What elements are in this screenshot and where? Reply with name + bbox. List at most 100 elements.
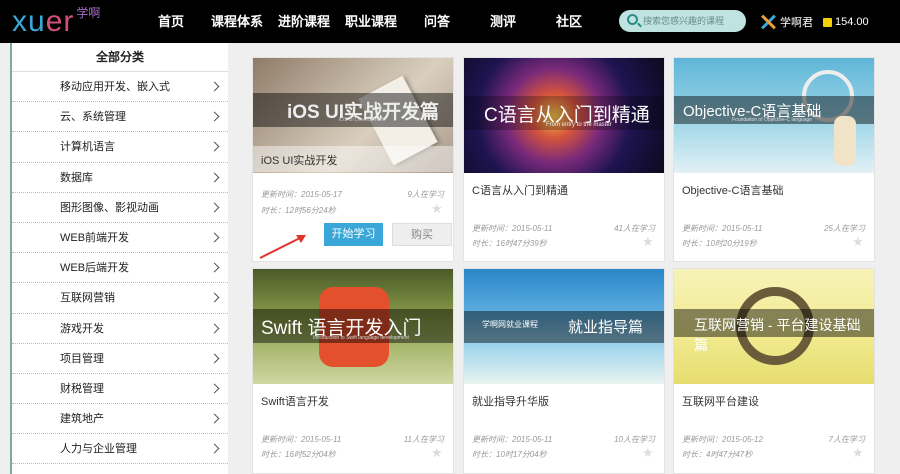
sidebar-item-cloud-systems[interactable]: 云、系统管理 <box>12 102 228 133</box>
x-logo-icon <box>760 14 776 30</box>
sidebar-item-label: 计算机语言 <box>60 141 115 154</box>
chevron-right-icon <box>209 413 220 424</box>
nav-career-courses[interactable]: 职业课程 <box>345 0 397 43</box>
sidebar-item-label: 人力与企业管理 <box>60 443 137 456</box>
nav-advanced-courses[interactable]: 进阶课程 <box>278 0 330 43</box>
chevron-right-icon <box>209 323 220 333</box>
chevron-right-icon <box>209 443 220 454</box>
chevron-right-icon <box>209 172 220 183</box>
sidebar-title: 全部分类 <box>12 43 228 72</box>
coin-balance: 154.00 <box>835 16 869 28</box>
sidebar-item-real-estate[interactable]: 建筑地产 <box>12 404 228 435</box>
course-update-time: 更新时间：2015-05-11 <box>261 435 342 444</box>
sidebar-item-internet-marketing[interactable]: 互联网营销 <box>12 283 228 314</box>
course-duration: 时长：10时17分04秒 <box>472 450 547 459</box>
thumbnail-subtitle: iOS UI Development <box>339 117 385 123</box>
sidebar-item-label: 项目管理 <box>60 352 104 365</box>
course-thumbnail[interactable]: 互联网营销 - 平台建设基础篇 <box>674 269 874 384</box>
thumbnail-title: 互联网营销 - 平台建设基础篇 <box>694 317 861 353</box>
thumbnail-title-band: C语言从入门到精通 From entry to the master <box>464 96 664 130</box>
nav-assessment[interactable]: 测评 <box>490 0 516 43</box>
course-duration: 时长：10时20分19秒 <box>682 239 757 248</box>
sidebar-item-web-frontend[interactable]: WEB前端开发 <box>12 223 228 254</box>
start-learning-button[interactable]: 开始学习 <box>324 223 383 246</box>
top-nav-bar: xuer 学啊 首页 课程体系 进阶课程 职业课程 问答 测评 社区 学啊君 1… <box>0 0 900 43</box>
course-title[interactable]: 互联网平台建设 <box>682 393 759 409</box>
thumbnail-subtitle: Foundation of Objective-C language <box>732 117 813 123</box>
thumbnail-title-band: 互联网营销 - 平台建设基础篇 <box>674 309 874 353</box>
course-duration: 时长：4时47分47秒 <box>682 450 753 459</box>
sidebar-item-database[interactable]: 数据库 <box>12 163 228 193</box>
course-update-time: 更新时间：2015-05-12 <box>682 435 763 444</box>
course-card-objective-c[interactable]: Objective-C语言基础 Foundation of Objective-… <box>673 57 875 262</box>
logo-subtitle: 学啊 <box>76 6 101 20</box>
nav-home[interactable]: 首页 <box>158 0 184 43</box>
course-card-internet-platform[interactable]: 互联网营销 - 平台建设基础篇 互联网平台建设 更新时间：2015-05-12 … <box>673 268 875 474</box>
sidebar-item-label: 图形图像、影视动画 <box>60 201 159 214</box>
course-learners: 7人在学习 <box>828 435 865 444</box>
thumbnail-title-band: iOS UI实战开发篇 iOS UI Development <box>253 93 453 127</box>
site-logo[interactable]: xuer 学啊 <box>12 6 100 38</box>
chevron-right-icon <box>209 353 220 364</box>
favorite-star-icon[interactable]: ★ <box>642 446 654 459</box>
search-input[interactable] <box>643 13 741 29</box>
sidebar-item-label: 建筑地产 <box>60 413 104 426</box>
course-thumbnail[interactable]: 学啊网就业课程 就业指导篇 <box>464 269 664 384</box>
course-update-time: 更新时间：2015-05-17 <box>261 190 342 199</box>
course-title[interactable]: Swift语言开发 <box>261 393 329 409</box>
user-area: 学啊君 154.00 <box>760 12 869 32</box>
nav-community[interactable]: 社区 <box>556 0 582 43</box>
favorite-star-icon[interactable]: ★ <box>431 202 443 215</box>
chevron-right-icon <box>209 141 220 152</box>
favorite-star-icon[interactable]: ★ <box>431 446 443 459</box>
favorite-star-icon[interactable]: ★ <box>642 235 654 248</box>
sidebar-item-project-management[interactable]: 项目管理 <box>12 344 228 374</box>
sidebar-item-label: 游戏开发 <box>60 322 104 335</box>
course-learners: 10人在学习 <box>614 435 655 444</box>
sidebar-item-finance-tax[interactable]: 财税管理 <box>12 374 228 405</box>
chevron-right-icon <box>209 262 220 273</box>
search-box[interactable] <box>619 10 746 32</box>
sidebar-item-label: WEB后端开发 <box>60 262 130 275</box>
course-title[interactable]: C语言从入门到精通 <box>472 182 568 198</box>
course-duration: 时长：16时52分04秒 <box>261 450 336 459</box>
thumbnail-caption-band: iOS UI实战开发 <box>253 146 453 172</box>
chevron-right-icon <box>209 111 220 122</box>
course-update-time: 更新时间：2015-05-11 <box>472 435 553 444</box>
favorite-star-icon[interactable]: ★ <box>852 446 864 459</box>
figure-image <box>834 116 856 166</box>
course-card-career-guidance[interactable]: 学啊网就业课程 就业指导篇 就业指导升华版 更新时间：2015-05-11 10… <box>463 268 665 474</box>
course-card-swift[interactable]: Swift 语言开发入门 Introduction to Swift langu… <box>252 268 454 474</box>
course-title[interactable]: 就业指导升华版 <box>472 393 549 409</box>
course-thumbnail[interactable]: C语言从入门到精通 From entry to the master <box>464 58 664 173</box>
favorite-star-icon[interactable]: ★ <box>852 235 864 248</box>
username[interactable]: 学啊君 <box>780 14 813 30</box>
buy-button[interactable]: 购买 <box>392 223 452 246</box>
nav-course-system[interactable]: 课程体系 <box>211 0 263 43</box>
course-thumbnail[interactable]: Objective-C语言基础 Foundation of Objective-… <box>674 58 874 173</box>
thumbnail-subtitle: Introduction to Swift language developme… <box>313 335 409 341</box>
sidebar-item-label: 云、系统管理 <box>60 111 126 124</box>
search-icon[interactable] <box>627 14 638 25</box>
nav-qa[interactable]: 问答 <box>424 0 450 43</box>
sidebar-item-hr-management[interactable]: 人力与企业管理 <box>12 434 228 465</box>
thumbnail-subtitle: 学啊网就业课程 <box>482 320 538 329</box>
logo-wordmark: xuer <box>12 5 75 38</box>
sidebar-item-game-dev[interactable]: 游戏开发 <box>12 314 228 344</box>
sidebar-item-label: 财税管理 <box>60 382 104 395</box>
sidebar-item-label: WEB前端开发 <box>60 231 130 244</box>
course-learners: 41人在学习 <box>614 224 655 233</box>
course-title[interactable]: Objective-C语言基础 <box>682 182 783 198</box>
sidebar-item-programming-languages[interactable]: 计算机语言 <box>12 132 228 163</box>
sidebar-item-graphics-animation[interactable]: 图形图像、影视动画 <box>12 193 228 223</box>
course-thumbnail[interactable]: iOS UI实战开发篇 iOS UI Development iOS UI实战开… <box>253 58 453 173</box>
sidebar-item-web-backend[interactable]: WEB后端开发 <box>12 253 228 284</box>
category-sidebar: 全部分类 移动应用开发、嵌入式 云、系统管理 计算机语言 数据库 图形图像、影视… <box>10 43 228 474</box>
thumbnail-caption: iOS UI实战开发 <box>261 155 338 167</box>
course-thumbnail[interactable]: Swift 语言开发入门 Introduction to Swift langu… <box>253 269 453 384</box>
course-update-time: 更新时间：2015-05-11 <box>472 224 553 233</box>
course-learners: 25人在学习 <box>824 224 865 233</box>
course-card-c-language[interactable]: C语言从入门到精通 From entry to the master C语言从入… <box>463 57 665 262</box>
course-learners: 11人在学习 <box>403 435 444 444</box>
sidebar-item-mobile-embedded[interactable]: 移动应用开发、嵌入式 <box>12 72 228 103</box>
